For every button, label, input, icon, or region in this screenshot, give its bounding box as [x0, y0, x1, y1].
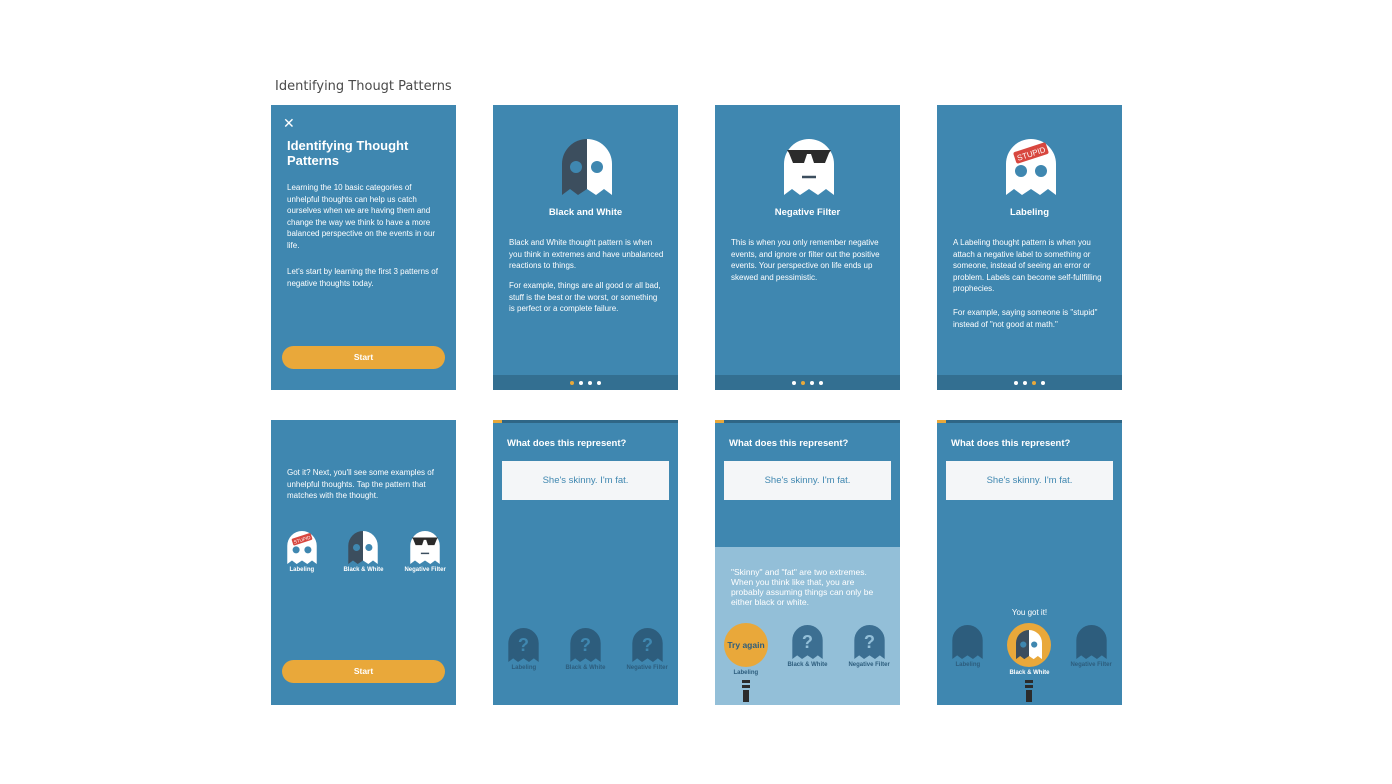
thought-card: She's skinny. I'm fat. [946, 461, 1113, 500]
answer-options: Labeling Black & White Negative Filter [937, 622, 1122, 702]
answer-labeling[interactable]: Try again Labeling [716, 622, 776, 702]
answer-negative-filter[interactable]: ? Negative Filter [617, 628, 677, 671]
answer-label: Negative Filter [1070, 662, 1112, 668]
intro-paragraph-2: Let's start by learning the first 3 patt… [287, 267, 438, 288]
question-ghost-icon[interactable]: ? [508, 628, 540, 662]
page-dot[interactable] [1014, 380, 1018, 385]
answer-labeling[interactable]: ? Labeling [494, 628, 554, 671]
svg-text:?: ? [802, 632, 813, 652]
answer-label: Black & White [787, 662, 828, 668]
success-message: You got it! [1011, 608, 1048, 617]
page-title: Identifying Thougt Patterns [275, 79, 452, 94]
pattern-options: STUPID Labeling Black & White Negative F… [271, 531, 456, 573]
labeling-screen: STUPID Labeling A Labeling thought patte… [937, 105, 1122, 390]
page-dot[interactable] [588, 380, 592, 385]
pattern-label: Black & White [343, 567, 384, 573]
pattern-label: Labeling [289, 567, 315, 573]
progress-bar [937, 420, 1122, 423]
answer-black-white[interactable]: Black & White [999, 622, 1059, 702]
answer-label: Black & White [565, 665, 606, 671]
feedback-text: "Skinny" and "fat" are two extremes. Whe… [731, 567, 874, 607]
page-dot[interactable] [579, 380, 583, 385]
page-indicator [493, 375, 678, 390]
negative-filter-ghost-icon [784, 139, 834, 195]
question-ghost-icon[interactable]: ? [631, 628, 663, 662]
answer-black-white[interactable]: ? Black & White [555, 628, 615, 671]
answer-label: Negative Filter [626, 665, 668, 671]
black-white-lamp-icon[interactable] [1006, 622, 1052, 702]
pattern-description: Black and White thought pattern is when … [509, 238, 664, 270]
page-indicator [715, 375, 900, 390]
pattern-title: Black and White [548, 207, 623, 218]
page-dot[interactable] [810, 380, 814, 385]
answer-negative-filter[interactable]: Negative Filter [1061, 625, 1121, 702]
page-dot-active[interactable] [570, 380, 574, 385]
intro-paragraph: Learning the 10 basic categories of unhe… [287, 183, 436, 250]
progress-bar [493, 420, 678, 423]
black-white-screen: Black and White Black and White thought … [493, 105, 678, 390]
question-title: What does this represent? [951, 438, 1071, 449]
answer-options: ? Labeling ? Black & White ? Negative Fi… [493, 628, 678, 671]
question-ghost-icon[interactable]: ? [792, 625, 823, 659]
intro-title: Identifying Thought Patterns [287, 138, 409, 168]
labeling-ghost-icon: STUPID [1006, 139, 1056, 195]
quiz-correct-screen: What does this represent? She's skinny. … [937, 420, 1122, 705]
try-again-lamp-icon[interactable]: Try again [723, 622, 769, 702]
answer-label: Labeling [511, 665, 537, 671]
black-white-ghost-icon [562, 139, 612, 195]
quiz-screen: What does this represent? She's skinny. … [493, 420, 678, 705]
answer-label: Negative Filter [848, 662, 890, 668]
pattern-example: For example, saying someone is "stupid" … [953, 308, 1098, 329]
progress-bar [715, 420, 900, 423]
pattern-description: This is when you only remember negative … [731, 238, 880, 282]
intro-screen: ✕ Identifying Thought Patterns Learning … [271, 105, 456, 390]
start-button[interactable]: Start [282, 346, 445, 369]
labeling-ghost-icon: STUPID [287, 531, 317, 564]
pattern-title: Labeling [1009, 207, 1050, 218]
pattern-title: Negative Filter [774, 207, 841, 218]
negative-filter-ghost-icon [410, 531, 440, 564]
quiz-wrong-screen: What does this represent? She's skinny. … [715, 420, 900, 705]
question-title: What does this represent? [729, 438, 849, 449]
answer-label: Labeling [955, 662, 981, 668]
answer-options: Try again Labeling ? Black & White ? Neg… [715, 622, 900, 702]
page-dot[interactable] [1041, 380, 1045, 385]
ghost-silhouette-icon[interactable] [1075, 625, 1107, 659]
page-dot-active[interactable] [801, 380, 805, 385]
ghost-silhouette-icon[interactable] [952, 625, 984, 659]
black-white-ghost-icon [348, 531, 379, 564]
try-again-text: Try again [727, 640, 764, 650]
page-indicator [937, 375, 1122, 390]
start-button[interactable]: Start [282, 660, 445, 683]
pattern-labeling: STUPID Labeling [272, 531, 332, 573]
svg-text:?: ? [642, 635, 653, 655]
pattern-label: Negative Filter [404, 567, 446, 573]
page-dot[interactable] [597, 380, 601, 385]
answer-black-white[interactable]: ? Black & White [777, 625, 837, 702]
close-icon[interactable]: ✕ [283, 115, 295, 132]
negative-filter-screen: Negative Filter This is when you only re… [715, 105, 900, 390]
question-ghost-icon[interactable]: ? [853, 625, 885, 659]
svg-text:?: ? [580, 635, 591, 655]
thought-card: She's skinny. I'm fat. [502, 461, 669, 500]
page-dot[interactable] [1023, 380, 1027, 385]
pattern-negative-filter: Negative Filter [395, 531, 455, 573]
page-dot[interactable] [819, 380, 823, 385]
svg-text:?: ? [864, 632, 875, 652]
svg-text:?: ? [518, 635, 529, 655]
answer-label: Black & White [1009, 670, 1050, 676]
answer-labeling[interactable]: Labeling [938, 625, 998, 702]
question-title: What does this represent? [507, 438, 627, 449]
thought-card: She's skinny. I'm fat. [724, 461, 891, 500]
answer-label: Labeling [733, 670, 759, 676]
page-dot[interactable] [792, 380, 796, 385]
pattern-description: A Labeling thought pattern is when you a… [953, 238, 1102, 293]
instructions-screen: Got it? Next, you'll see some examples o… [271, 420, 456, 705]
pattern-black-white: Black & White [333, 531, 393, 573]
instructions-text: Got it? Next, you'll see some examples o… [287, 468, 434, 500]
question-ghost-icon[interactable]: ? [570, 628, 601, 662]
pattern-example: For example, things are all good or all … [509, 281, 661, 313]
answer-negative-filter[interactable]: ? Negative Filter [839, 625, 899, 702]
page-dot-active[interactable] [1032, 380, 1036, 385]
